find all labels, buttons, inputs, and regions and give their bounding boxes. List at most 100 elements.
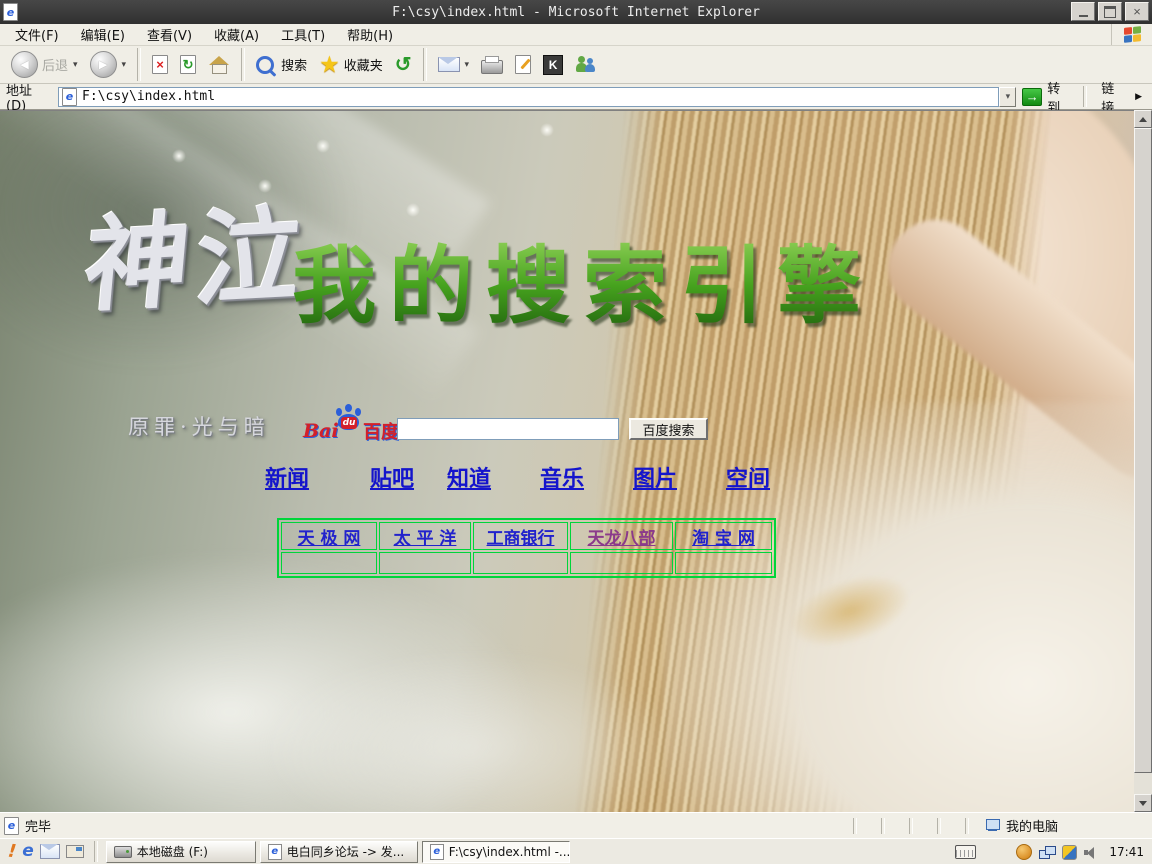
mail-button[interactable]: ▾ (433, 53, 475, 76)
search-button[interactable]: 搜索 (251, 51, 312, 78)
maximize-button[interactable] (1098, 2, 1122, 21)
table-cell: 天龙八部 (570, 522, 673, 550)
toolbar-separator (137, 48, 141, 81)
baidu-logo-cn: 百度 (363, 418, 399, 444)
status-pane-divider (881, 818, 885, 834)
back-dropdown-icon[interactable]: ▾ (73, 59, 78, 70)
menu-file[interactable]: 文件(F) (4, 22, 70, 47)
nav-link-zhidao[interactable]: 知道 (447, 461, 491, 493)
standard-buttons-toolbar: ◀ 后退 ▾ ▶ ▾ × ↻ 搜索 ★ 收藏夹 ↺ (0, 46, 1152, 84)
mail-dropdown-icon[interactable]: ▾ (465, 59, 470, 70)
scrollbar-thumb[interactable] (1134, 128, 1152, 773)
close-button[interactable]: × (1125, 2, 1149, 21)
table-cell: 淘 宝 网 (675, 522, 772, 550)
editor-k-button[interactable]: K (538, 51, 568, 79)
window-controls: × (1071, 2, 1149, 21)
sparkle (540, 123, 554, 137)
menu-edit[interactable]: 编辑(E) (70, 22, 136, 47)
window-title: F:\csy\index.html - Microsoft Internet E… (0, 5, 1152, 20)
network-tray-icon[interactable] (1039, 846, 1055, 859)
nav-link-music[interactable]: 音乐 (540, 461, 584, 493)
nav-link-tieba[interactable]: 贴吧 (370, 461, 414, 493)
bg-mist (260, 652, 680, 812)
forward-button[interactable]: ▶ ▾ (85, 47, 132, 82)
taskbar-button-index-window[interactable]: e F:\csy\index.html -... (422, 841, 570, 863)
menu-view[interactable]: 查看(V) (136, 22, 203, 47)
page-headline: 我的搜索引擎 (292, 219, 874, 340)
links-table: 天 极 网 太 平 洋 工商银行 天龙八部 淘 宝 网 (277, 518, 776, 578)
baidu-search-button[interactable]: 百度搜索 (629, 418, 708, 440)
taskbar-button-label: 本地磁盘 (F:) (137, 843, 208, 860)
input-method-tray-icon[interactable] (1062, 845, 1077, 860)
minimize-icon (1079, 15, 1088, 17)
clock[interactable]: 17:41 (1105, 845, 1144, 859)
nav-link-news[interactable]: 新闻 (265, 461, 309, 493)
nav-link-space[interactable]: 空间 (726, 461, 770, 493)
table-link-icbc[interactable]: 工商银行 (487, 529, 555, 549)
table-cell: 天 极 网 (281, 522, 377, 550)
refresh-icon: ↻ (180, 55, 196, 74)
volume-tray-icon[interactable] (1084, 846, 1098, 859)
outlook-express-icon[interactable] (40, 844, 60, 859)
scroll-down-button[interactable] (1134, 794, 1152, 812)
launcher-icon[interactable]: ! (7, 842, 17, 861)
table-cell-empty (281, 552, 377, 574)
refresh-button[interactable]: ↻ (175, 51, 201, 78)
system-tray: 17:41 (949, 839, 1150, 864)
baidu-paw-icon: du (336, 404, 362, 430)
taskbar-button-label: 电白同乡论坛 -> 发... (287, 843, 404, 860)
menu-tools[interactable]: 工具(T) (270, 22, 336, 47)
nav-link-images[interactable]: 图片 (633, 461, 677, 493)
mail-icon (438, 57, 460, 72)
sparkle (316, 139, 330, 153)
status-bar: e 完毕 我的电脑 (0, 812, 1152, 838)
table-link-pconline[interactable]: 太 平 洋 (394, 529, 457, 549)
taskbar-separator (94, 841, 98, 862)
go-arrow-icon[interactable]: → (1022, 88, 1042, 106)
forward-dropdown-icon[interactable]: ▾ (122, 59, 127, 70)
table-link-taobao[interactable]: 淘 宝 网 (692, 529, 755, 549)
edit-button[interactable] (510, 51, 536, 78)
menu-help[interactable]: 帮助(H) (336, 22, 404, 47)
sparkle (258, 179, 272, 193)
ie-doc-icon: e (430, 844, 444, 860)
history-button[interactable]: ↺ (390, 51, 417, 79)
sparkle (172, 149, 186, 163)
stop-button[interactable]: × (147, 51, 173, 78)
messenger-tray-icon[interactable] (1016, 844, 1032, 860)
search-input[interactable] (397, 418, 619, 440)
menu-favorites[interactable]: 收藏(A) (203, 22, 270, 47)
baidu-logo-du: du (341, 417, 357, 429)
keyboard-tray-icon[interactable] (955, 845, 976, 859)
title-bar: e F:\csy\index.html - Microsoft Internet… (0, 0, 1152, 24)
minimize-button[interactable] (1071, 2, 1095, 21)
browser-viewport: 神泣 原罪·光与暗 我的搜索引擎 Bai du 百度 百度搜索 新闻 贴吧 知道… (0, 110, 1134, 812)
scroll-up-button[interactable] (1134, 110, 1152, 128)
home-button[interactable] (203, 52, 235, 77)
bg-mist (0, 552, 540, 812)
print-button[interactable] (476, 52, 508, 78)
disk-icon (114, 846, 132, 858)
show-desktop-icon[interactable] (66, 845, 84, 858)
links-expand-icon[interactable]: ▶ (1135, 92, 1142, 102)
taskbar-button-forum-window[interactable]: e 电白同乡论坛 -> 发... (260, 841, 418, 863)
vertical-scrollbar[interactable] (1134, 110, 1152, 812)
ie-quicklaunch-icon[interactable]: e (22, 843, 34, 860)
address-url[interactable]: F:\csy\index.html (82, 89, 215, 104)
taskbar: ! e 本地磁盘 (F:) e 电白同乡论坛 -> 发... e F:\csy\… (0, 838, 1152, 864)
back-icon: ◀ (11, 51, 38, 78)
favorites-button[interactable]: ★ 收藏夹 (314, 49, 388, 80)
quick-launch: ! e (2, 843, 90, 861)
table-link-tianlongbabu[interactable]: 天龙八部 (588, 529, 656, 549)
address-input[interactable]: e F:\csy\index.html (58, 87, 999, 107)
table-row: 天 极 网 太 平 洋 工商银行 天龙八部 淘 宝 网 (281, 522, 772, 550)
address-dropdown-button[interactable]: ▾ (999, 87, 1016, 107)
status-text: 完毕 (19, 816, 51, 835)
close-icon: × (1133, 5, 1141, 18)
search-label: 搜索 (281, 55, 307, 74)
messenger-button[interactable] (570, 51, 602, 78)
back-button[interactable]: ◀ 后退 ▾ (6, 47, 83, 82)
taskbar-button-label: F:\csy\index.html -... (449, 845, 570, 859)
table-link-tianji[interactable]: 天 极 网 (298, 529, 361, 549)
taskbar-button-local-disk[interactable]: 本地磁盘 (F:) (106, 841, 256, 863)
